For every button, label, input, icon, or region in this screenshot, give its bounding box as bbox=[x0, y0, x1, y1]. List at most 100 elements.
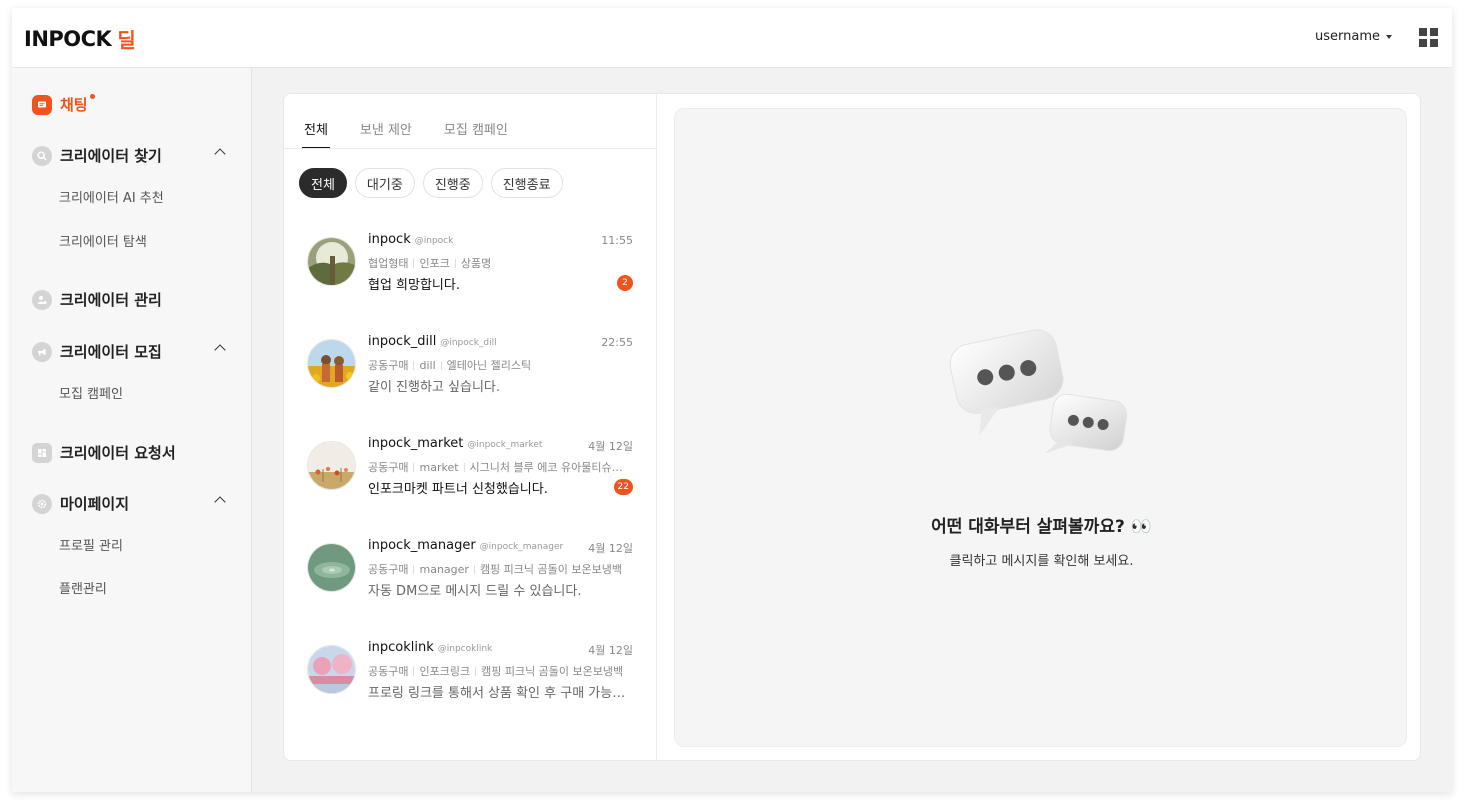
unread-count-badge: 2 bbox=[617, 275, 633, 291]
conversation-time: 4월 12일 bbox=[588, 542, 633, 555]
conversation-item[interactable]: inpock_manager @inpock_manager 4월 12일 공동구… bbox=[284, 531, 657, 629]
conversation-username: inpcoklink bbox=[368, 640, 434, 655]
chevron-up-icon[interactable] bbox=[214, 344, 226, 356]
avatar bbox=[307, 645, 356, 694]
app-window: INPOCK 딜 username 채팅 크리에이터 찾기 크리에이터 AI 추… bbox=[12, 8, 1452, 792]
conversation-name: inpock @inpock bbox=[368, 232, 453, 247]
sidebar-subitem-plan[interactable]: 플랜관리 bbox=[59, 578, 107, 597]
grid-cell bbox=[1419, 39, 1427, 47]
sidebar-item-request-form[interactable]: 크리에이터 요청서 bbox=[32, 442, 232, 463]
conversation-username: inpock_manager bbox=[368, 538, 476, 553]
conversation-handle: @inpcoklink bbox=[437, 644, 493, 654]
empty-state-subtitle: 클릭하고 메시지를 확인해 보세요. bbox=[949, 554, 1134, 569]
sidebar-subitem-recruit-campaign[interactable]: 모집 캠페인 bbox=[59, 383, 123, 402]
status-filter-chips: 전체 대기중 진행중 진행종료 bbox=[299, 168, 571, 198]
user-menu[interactable]: username bbox=[1315, 29, 1392, 44]
notification-dot bbox=[89, 94, 95, 99]
grid-cell bbox=[1430, 39, 1438, 47]
conversation-time: 22:55 bbox=[601, 336, 633, 349]
empty-state-title: 어떤 대화부터 살펴볼까요? 👀 bbox=[931, 517, 1152, 537]
grid-cell bbox=[1430, 28, 1438, 36]
username-label: username bbox=[1315, 29, 1380, 44]
search-icon bbox=[32, 145, 52, 166]
tab-all[interactable]: 전체 bbox=[302, 94, 330, 149]
conversation-tag: 공동구매 bbox=[368, 359, 409, 372]
conversation-time: 11:55 bbox=[601, 234, 633, 247]
sidebar-item-label: 크리에이터 관리 bbox=[60, 291, 162, 309]
conversation-tag: 공동구매 bbox=[368, 461, 409, 474]
conversation-tag: 캠핑 피크닉 곰돌이 보온보냉백 bbox=[481, 665, 624, 678]
tab-sent-proposals[interactable]: 보낸 제안 bbox=[360, 94, 412, 149]
sidebar-subitem-profile[interactable]: 프로필 관리 bbox=[59, 535, 123, 554]
avatar bbox=[307, 237, 356, 286]
conversation-tag: 상품명 bbox=[460, 257, 492, 270]
tag-divider bbox=[413, 667, 415, 676]
conversation-tags: 공동구매 인포크링크 캠핑 피크닉 곰돌이 보온보냉백 bbox=[368, 663, 630, 679]
conversation-last-message: 같이 진행하고 싶습니다. bbox=[368, 380, 500, 395]
conversation-tag: 시그니처 블루 에코 유아물티슈… bbox=[469, 461, 623, 474]
conversation-tag: 엘테아닌 젤리스틱 bbox=[446, 359, 532, 372]
avatar bbox=[307, 543, 356, 592]
tag-divider bbox=[463, 463, 465, 472]
chat-panel: 전체 보낸 제안 모집 캠페인 전체 대기중 진행중 진행종료 inpock @i… bbox=[283, 93, 1421, 762]
tabs-divider bbox=[284, 148, 657, 149]
conversation-tags: 공동구매 market 시그니처 블루 에코 유아물티슈… bbox=[368, 459, 630, 475]
conversation-tags: 공동구매 dill 엘테아닌 젤리스틱 bbox=[368, 357, 630, 373]
avatar bbox=[307, 339, 356, 388]
conversation-tag: dill bbox=[419, 359, 436, 372]
sidebar-subitem-explore[interactable]: 크리에이터 탐색 bbox=[59, 231, 147, 250]
conversation-item[interactable]: inpock_market @inpock_market 4월 12일 공동구매 m… bbox=[284, 429, 657, 527]
tag-divider bbox=[475, 667, 477, 676]
chip-in-progress[interactable]: 진행중 bbox=[422, 168, 483, 198]
logo[interactable]: INPOCK 딜 bbox=[24, 24, 136, 53]
sidebar-subitem-ai-recommend[interactable]: 크리에이터 AI 추천 bbox=[59, 187, 164, 206]
conversation-item[interactable]: inpcoklink @inpcoklink 4월 12일 공동구매 인포크링크 캠핑… bbox=[284, 633, 657, 731]
chevron-up-icon[interactable] bbox=[214, 496, 226, 508]
unread-count-badge: 22 bbox=[613, 479, 633, 495]
tag-divider bbox=[454, 259, 456, 268]
speech-bubbles-illustration bbox=[949, 329, 1128, 454]
chevron-up-icon[interactable] bbox=[214, 148, 226, 160]
conversation-last-message: 협업 희망합니다. bbox=[368, 278, 460, 293]
sidebar-item-label: 크리에이터 찾기 bbox=[60, 147, 162, 165]
chip-ended[interactable]: 진행종료 bbox=[490, 168, 563, 198]
conversation-last-message: 인포크마켓 파트너 신청했습니다. bbox=[368, 482, 548, 497]
sidebar-item-manage-creator[interactable]: 크리에이터 관리 bbox=[32, 289, 232, 310]
conversation-tag: 인포크 bbox=[419, 257, 450, 270]
sidebar: 채팅 크리에이터 찾기 크리에이터 AI 추천 크리에이터 탐색 크리에이터 관… bbox=[12, 68, 252, 792]
conversation-tags: 협업형태 인포크 상품명 bbox=[368, 255, 630, 271]
conversation-tag: 협업형태 bbox=[368, 257, 409, 270]
list-tabs: 전체 보낸 제안 모집 캠페인 bbox=[302, 94, 540, 149]
conversation-item[interactable]: inpock @inpock 11:55 협업형태 인포크 상품명 협업 희망합니다.… bbox=[284, 225, 657, 323]
sidebar-item-find-creator[interactable]: 크리에이터 찾기 bbox=[32, 145, 232, 166]
logo-sub-text: 딜 bbox=[117, 28, 136, 52]
conversation-list-pane: 전체 보낸 제안 모집 캠페인 전체 대기중 진행중 진행종료 inpock @i… bbox=[284, 94, 657, 762]
tab-recruit-campaign[interactable]: 모집 캠페인 bbox=[444, 94, 508, 149]
tag-divider bbox=[413, 565, 415, 574]
conversation-time: 4월 12일 bbox=[588, 440, 633, 453]
sidebar-item-label: 마이페이지 bbox=[60, 495, 130, 513]
conversation-item[interactable]: inpock_dill @inpock_dill 22:55 공동구매 dill 엘테… bbox=[284, 327, 657, 425]
caret-down-icon bbox=[1386, 34, 1392, 39]
conversation-username: inpock_market bbox=[368, 436, 464, 451]
conversation-tag: manager bbox=[419, 563, 469, 576]
users-icon bbox=[32, 289, 52, 310]
conversation-last-message: 프로링 링크를 통해서 상품 확인 후 구매 가능… bbox=[368, 686, 626, 701]
conversation-tags: 공동구매 manager 캠핑 피크닉 곰돌이 보온보냉백 bbox=[368, 561, 630, 577]
sidebar-item-recruit-creator[interactable]: 크리에이터 모집 bbox=[32, 341, 232, 362]
tag-divider bbox=[473, 565, 475, 574]
tag-divider bbox=[413, 259, 415, 268]
conversation-tag: 캠핑 피크닉 곰돌이 보온보냉백 bbox=[479, 563, 622, 576]
conversation-username: inpock_dill bbox=[368, 334, 437, 349]
conversation-handle: @inpock_market bbox=[467, 440, 543, 450]
grid-cell bbox=[1419, 28, 1427, 36]
conversation-name: inpcoklink @inpcoklink bbox=[368, 640, 492, 655]
conversation-tag: 인포크링크 bbox=[419, 665, 471, 678]
conversation-handle: @inpock_manager bbox=[479, 542, 564, 552]
chip-all[interactable]: 전체 bbox=[299, 168, 347, 198]
grid-icon[interactable] bbox=[1419, 28, 1438, 47]
sidebar-item-label: 크리에이터 요청서 bbox=[60, 444, 176, 462]
sidebar-item-chat[interactable]: 채팅 bbox=[32, 94, 232, 115]
chip-waiting[interactable]: 대기중 bbox=[354, 168, 415, 198]
sidebar-item-mypage[interactable]: 마이페이지 bbox=[32, 493, 232, 514]
